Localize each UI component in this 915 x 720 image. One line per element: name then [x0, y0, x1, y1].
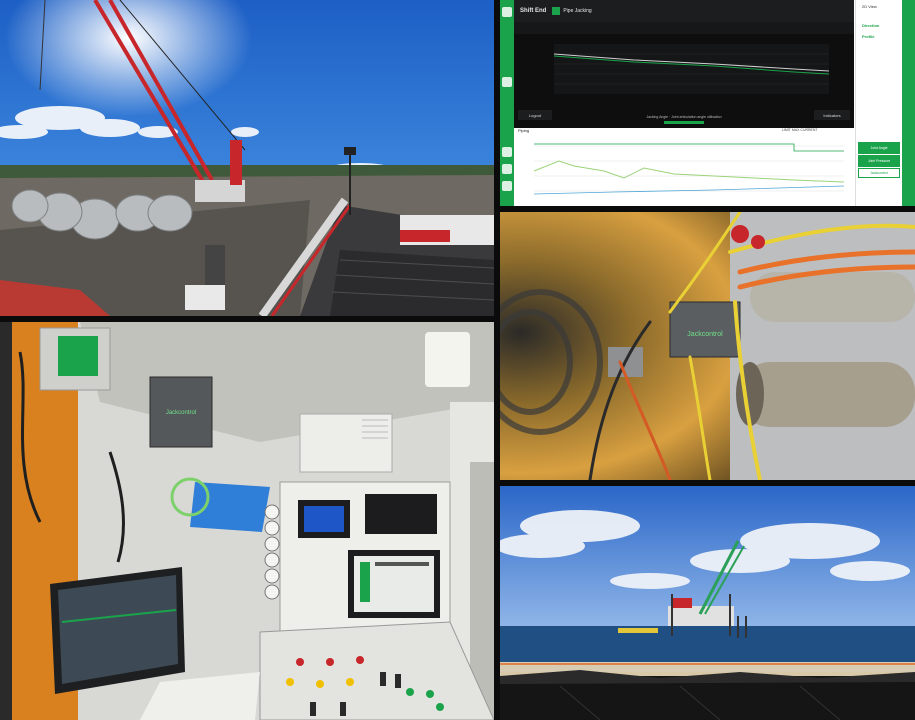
play-icon: [552, 7, 561, 15]
brand-logo: Jackcontrol: [858, 168, 900, 178]
software-main-dark: Shift End Pipe Jacking Logout Indicators…: [514, 0, 854, 128]
indicators-button: Indicators: [823, 113, 840, 118]
footer-label: Jacking Angle · Joint articulation angle…: [646, 115, 721, 119]
photo-tunnel-device: Jackcontrol: [500, 212, 915, 480]
alignment-graph: Logout Indicators Jacking Angle · Joint …: [518, 44, 850, 124]
mode-indicator: Pipe Jacking: [552, 7, 592, 15]
photo-control-room: Jackcontrol: [0, 322, 494, 720]
software-topbar: Shift End Pipe Jacking: [514, 0, 854, 22]
device-label: Jackcontrol: [687, 331, 723, 338]
metrics-row: [514, 22, 854, 34]
settings-icon: [502, 164, 512, 174]
logout-button: Logout: [529, 113, 542, 118]
shift-label: Shift End: [520, 8, 547, 14]
joint-angle-button: Joint Angle: [858, 142, 900, 154]
wall-device-label: Jackcontrol: [166, 410, 196, 416]
graph-title: Piping: [518, 128, 530, 133]
joint-pressure-button: Joint Pressure: [858, 155, 900, 167]
software-right-panel: 2D View Direction Profile Joint Angle Jo…: [855, 0, 915, 206]
software-sidebar: [500, 0, 514, 206]
mode-label: Pipe Jacking: [563, 8, 592, 14]
user-icon: [502, 181, 512, 191]
chart-icon: [502, 147, 512, 157]
pressure-graph: [533, 143, 845, 195]
menu-icon: [502, 77, 512, 87]
right-green-rail: [902, 0, 915, 206]
photo-software-dashboard: Shift End Pipe Jacking Logout Indicators…: [500, 0, 915, 206]
photo-crane-site: [0, 0, 494, 316]
photo-offshore-platform: [500, 486, 915, 720]
logo-icon: [502, 7, 512, 17]
graph-legend: LIMIT MAX CURRENT: [782, 128, 818, 132]
